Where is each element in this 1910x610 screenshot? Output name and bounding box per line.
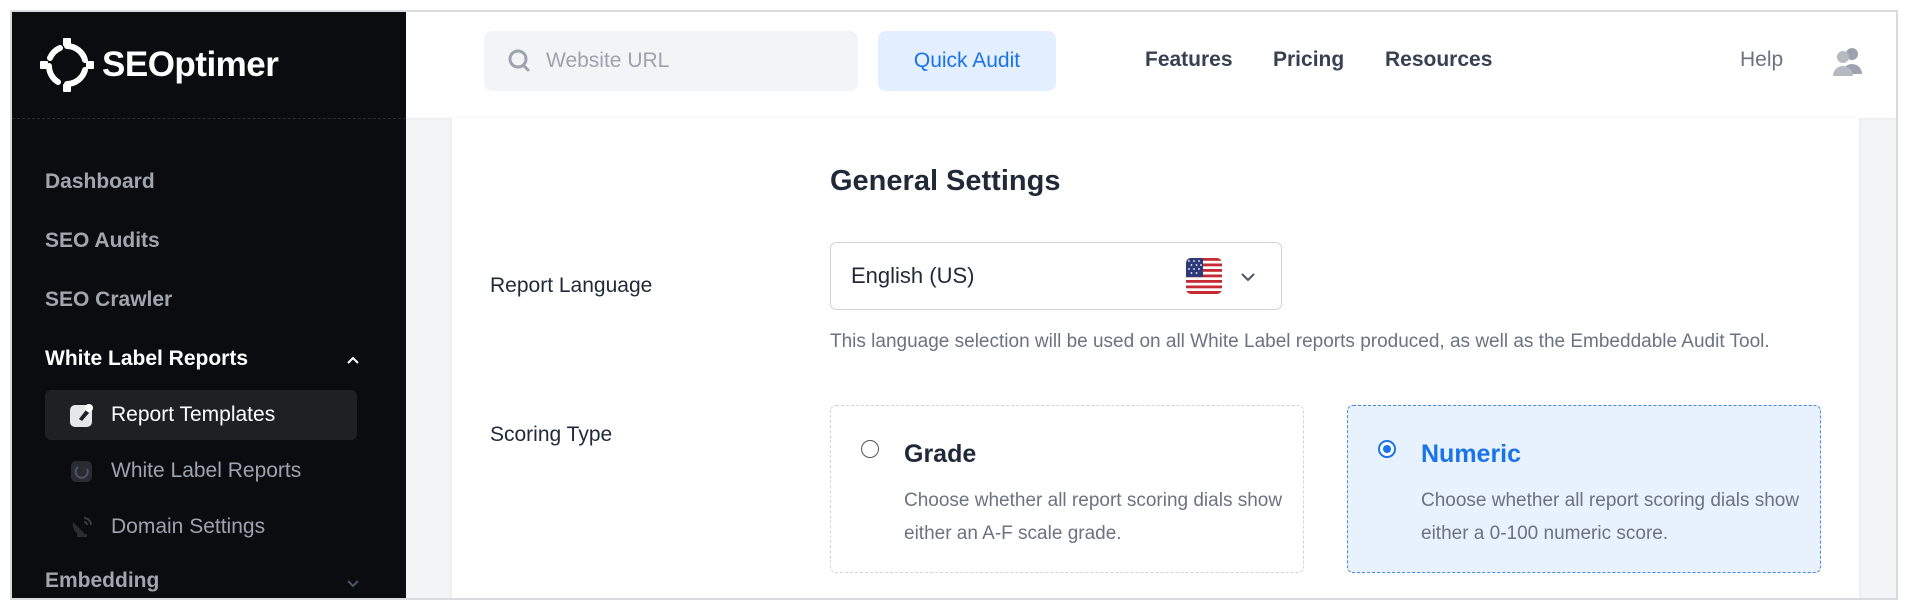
numeric-radio[interactable] <box>1378 440 1396 458</box>
option-description: Choose whether all report scoring dials … <box>1421 490 1800 544</box>
sidebar-subitem-label: White Label Reports <box>111 459 302 482</box>
quick-audit-button[interactable]: Quick Audit <box>878 31 1056 91</box>
sidebar-subitem-domain-settings[interactable]: Domain Settings <box>45 502 357 552</box>
satellite-dish-icon <box>72 517 92 537</box>
nav-link-pricing[interactable]: Pricing <box>1273 48 1344 72</box>
chevron-up-icon[interactable] <box>346 354 360 368</box>
chevron-down-icon[interactable] <box>346 576 360 590</box>
scoring-option-grade[interactable]: Grade Choose whether all report scoring … <box>830 405 1304 573</box>
scoring-type-label: Scoring Type <box>490 423 613 446</box>
sidebar-item-dashboard[interactable]: Dashboard <box>45 170 155 194</box>
sidebar-subitem-label: Report Templates <box>111 403 276 426</box>
sidebar-item-embedding[interactable]: Embedding <box>45 569 159 593</box>
sidebar-subitem-report-templates[interactable]: Report Templates <box>45 390 357 440</box>
nav-link-resources[interactable]: Resources <box>1385 48 1492 72</box>
logo[interactable]: SEOptimer <box>12 12 406 119</box>
us-flag-icon <box>1186 258 1222 294</box>
sidebar-item-white-label-reports[interactable]: White Label Reports <box>45 347 248 371</box>
report-language-value: English (US) <box>851 263 975 288</box>
user-account-icon[interactable] <box>1832 46 1864 76</box>
section-title: General Settings <box>830 165 1061 197</box>
logo-text: SEOptimer <box>102 45 279 84</box>
help-link[interactable]: Help <box>1740 48 1783 72</box>
white-label-icon <box>71 461 92 482</box>
sidebar-item-seo-crawler[interactable]: SEO Crawler <box>45 288 172 312</box>
option-description: Choose whether all report scoring dials … <box>904 490 1283 544</box>
sidebar-subitem-label: Domain Settings <box>111 515 266 538</box>
search-icon <box>508 49 530 72</box>
report-language-label: Report Language <box>490 274 653 297</box>
top-navigation-bar: Quick Audit Features Pricing Resources H… <box>406 12 1896 118</box>
scoring-option-numeric[interactable]: Numeric Choose whether all report scorin… <box>1347 405 1821 573</box>
report-language-select[interactable]: English (US) <box>830 242 1282 310</box>
sidebar-item-label: White Label Reports <box>45 347 249 370</box>
report-language-help-text: This language selection will be used on … <box>830 331 1770 352</box>
general-settings-card: General Settings Report Language English… <box>452 118 1859 598</box>
website-url-input[interactable] <box>546 49 826 73</box>
option-title: Grade <box>904 440 977 468</box>
chevron-down-icon <box>1241 273 1255 282</box>
grade-radio[interactable] <box>861 440 879 458</box>
gear-logo-icon <box>40 38 94 92</box>
report-template-icon <box>70 404 93 427</box>
app-window: SEOptimer Dashboard SEO Audits SEO Crawl… <box>10 10 1898 600</box>
website-url-search[interactable] <box>484 31 858 91</box>
sidebar-item-seo-audits[interactable]: SEO Audits <box>45 229 160 253</box>
nav-link-features[interactable]: Features <box>1145 48 1233 72</box>
sidebar: SEOptimer Dashboard SEO Audits SEO Crawl… <box>12 12 406 598</box>
option-title: Numeric <box>1421 440 1522 468</box>
sidebar-subitem-white-label-reports[interactable]: White Label Reports <box>45 446 357 496</box>
